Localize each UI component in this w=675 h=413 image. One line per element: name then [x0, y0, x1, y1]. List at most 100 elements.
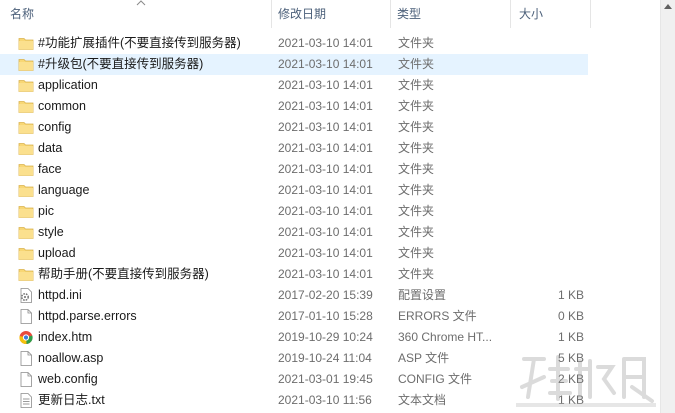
file-type: 文件夹	[398, 225, 435, 239]
folder-row[interactable]: application 2021-03-10 14:01 文件夹	[0, 75, 588, 96]
file-type: 文件夹	[398, 141, 435, 155]
file-row[interactable]: 更新日志.txt 2021-03-10 11:56 文本文档 1 KB	[0, 390, 588, 411]
file-type: 文件夹	[398, 78, 435, 92]
file-name: config	[38, 120, 72, 134]
file-date-modified: 2021-03-10 14:01	[278, 246, 373, 260]
browser-file-icon	[19, 331, 33, 345]
column-header-size-label: 大小	[519, 7, 544, 21]
file-type: 文件夹	[398, 246, 435, 260]
file-row[interactable]: web.config 2021-03-01 19:45 CONFIG 文件 2 KB	[0, 369, 588, 390]
folder-row[interactable]: face 2021-03-10 14:01 文件夹	[0, 159, 588, 180]
file-type: 360 Chrome HT...	[398, 330, 493, 344]
folder-row[interactable]: #升级包(不要直接传到服务器) 2021-03-10 14:01 文件夹	[0, 54, 588, 75]
folder-row[interactable]: pic 2021-03-10 14:01 文件夹	[0, 201, 588, 222]
file-name: #升级包(不要直接传到服务器)	[38, 57, 204, 71]
scroll-up-arrow-icon[interactable]	[664, 4, 672, 9]
file-type: 文件夹	[398, 267, 435, 281]
file-name: language	[38, 183, 90, 197]
folder-row[interactable]: language 2021-03-10 14:01 文件夹	[0, 180, 588, 201]
file-name: 帮助手册(不要直接传到服务器)	[38, 267, 209, 281]
folder-icon	[18, 206, 34, 218]
column-header-date-label: 修改日期	[278, 7, 327, 21]
file-name: noallow.asp	[38, 351, 104, 365]
settings-file-icon	[20, 288, 32, 303]
folder-icon	[18, 122, 34, 134]
file-type: 文件夹	[398, 99, 435, 113]
file-type: 文件夹	[398, 162, 435, 176]
file-type: ERRORS 文件	[398, 309, 477, 323]
text-file-icon	[20, 393, 32, 408]
file-date-modified: 2021-03-10 14:01	[278, 99, 373, 113]
watermark-logo	[516, 355, 656, 407]
file-name: web.config	[38, 372, 98, 386]
file-date-modified: 2021-03-10 14:01	[278, 162, 373, 176]
blank-file-icon	[20, 372, 32, 387]
folder-icon	[18, 248, 34, 260]
folder-icon	[18, 59, 34, 71]
file-row[interactable]: httpd.parse.errors 2017-01-10 15:28 ERRORS…	[0, 306, 588, 327]
file-row[interactable]: httpd.ini 2017-02-20 15:39 配置设置 1 KB	[0, 285, 588, 306]
column-header-date[interactable]: 修改日期	[272, 0, 391, 28]
file-name: 更新日志.txt	[38, 393, 105, 407]
file-name: application	[38, 78, 98, 92]
folder-row[interactable]: config 2021-03-10 14:01 文件夹	[0, 117, 588, 138]
file-explorer: 名称 修改日期 类型 大小 #功能扩展插件(不要直接传到服务器) 2021-03-…	[0, 0, 675, 413]
file-date-modified: 2021-03-10 14:01	[278, 57, 373, 71]
folder-icon	[18, 80, 34, 92]
file-date-modified: 2021-03-10 14:01	[278, 204, 373, 218]
file-date-modified: 2021-03-10 14:01	[278, 141, 373, 155]
file-date-modified: 2021-03-10 14:01	[278, 120, 373, 134]
file-row[interactable]: noallow.asp 2019-10-24 11:04 ASP 文件 5 KB	[0, 348, 588, 369]
file-type: 配置设置	[398, 288, 447, 302]
file-type: 文件夹	[398, 183, 435, 197]
folder-row[interactable]: common 2021-03-10 14:01 文件夹	[0, 96, 588, 117]
folder-row[interactable]: style 2021-03-10 14:01 文件夹	[0, 222, 588, 243]
file-date-modified: 2021-03-01 19:45	[278, 372, 373, 386]
file-name: style	[38, 225, 64, 239]
file-name: common	[38, 99, 86, 113]
blank-file-icon	[20, 309, 32, 324]
file-name: data	[38, 141, 63, 155]
folder-row[interactable]: 帮助手册(不要直接传到服务器) 2021-03-10 14:01 文件夹	[0, 264, 588, 285]
vertical-scrollbar[interactable]	[660, 0, 675, 413]
folder-icon	[18, 38, 34, 50]
column-header-bar: 名称 修改日期 类型 大小	[0, 0, 660, 28]
file-date-modified: 2019-10-24 11:04	[278, 351, 372, 365]
file-type: 文件夹	[398, 36, 435, 50]
folder-icon	[18, 101, 34, 113]
folder-icon	[18, 185, 34, 197]
file-type: ASP 文件	[398, 351, 450, 365]
file-name: httpd.parse.errors	[38, 309, 137, 323]
sort-ascending-icon	[136, 0, 146, 6]
folder-row[interactable]: data 2021-03-10 14:01 文件夹	[0, 138, 588, 159]
file-type: CONFIG 文件	[398, 372, 472, 386]
file-date-modified: 2017-01-10 15:28	[278, 309, 373, 323]
file-name: face	[38, 162, 62, 176]
file-size: 1 KB	[557, 288, 584, 302]
folder-icon	[18, 269, 34, 281]
column-header-type[interactable]: 类型	[391, 0, 511, 28]
column-header-size[interactable]: 大小	[511, 0, 591, 28]
file-name: index.htm	[38, 330, 93, 344]
file-row[interactable]: index.htm 2019-10-29 10:24 360 Chrome HT..…	[0, 327, 588, 348]
folder-icon	[18, 164, 34, 176]
folder-row[interactable]: #功能扩展插件(不要直接传到服务器) 2021-03-10 14:01 文件夹	[0, 33, 588, 54]
column-header-name-label: 名称	[10, 7, 35, 21]
file-type: 文件夹	[398, 120, 435, 134]
file-date-modified: 2021-03-10 14:01	[278, 183, 373, 197]
file-size: 0 KB	[557, 309, 584, 323]
file-size: 1 KB	[557, 330, 584, 344]
file-date-modified: 2017-02-20 15:39	[278, 288, 373, 302]
file-date-modified: 2021-03-10 14:01	[278, 225, 373, 239]
folder-row[interactable]: upload 2021-03-10 14:01 文件夹	[0, 243, 588, 264]
file-type: 文本文档	[398, 393, 447, 407]
file-type: 文件夹	[398, 204, 435, 218]
column-header-type-label: 类型	[397, 7, 422, 21]
folder-icon	[18, 227, 34, 239]
column-header-name[interactable]: 名称	[0, 0, 272, 28]
file-name: upload	[38, 246, 76, 260]
file-name: httpd.ini	[38, 288, 82, 302]
file-date-modified: 2021-03-10 14:01	[278, 267, 373, 281]
file-name: pic	[38, 204, 54, 218]
blank-file-icon	[20, 351, 32, 366]
